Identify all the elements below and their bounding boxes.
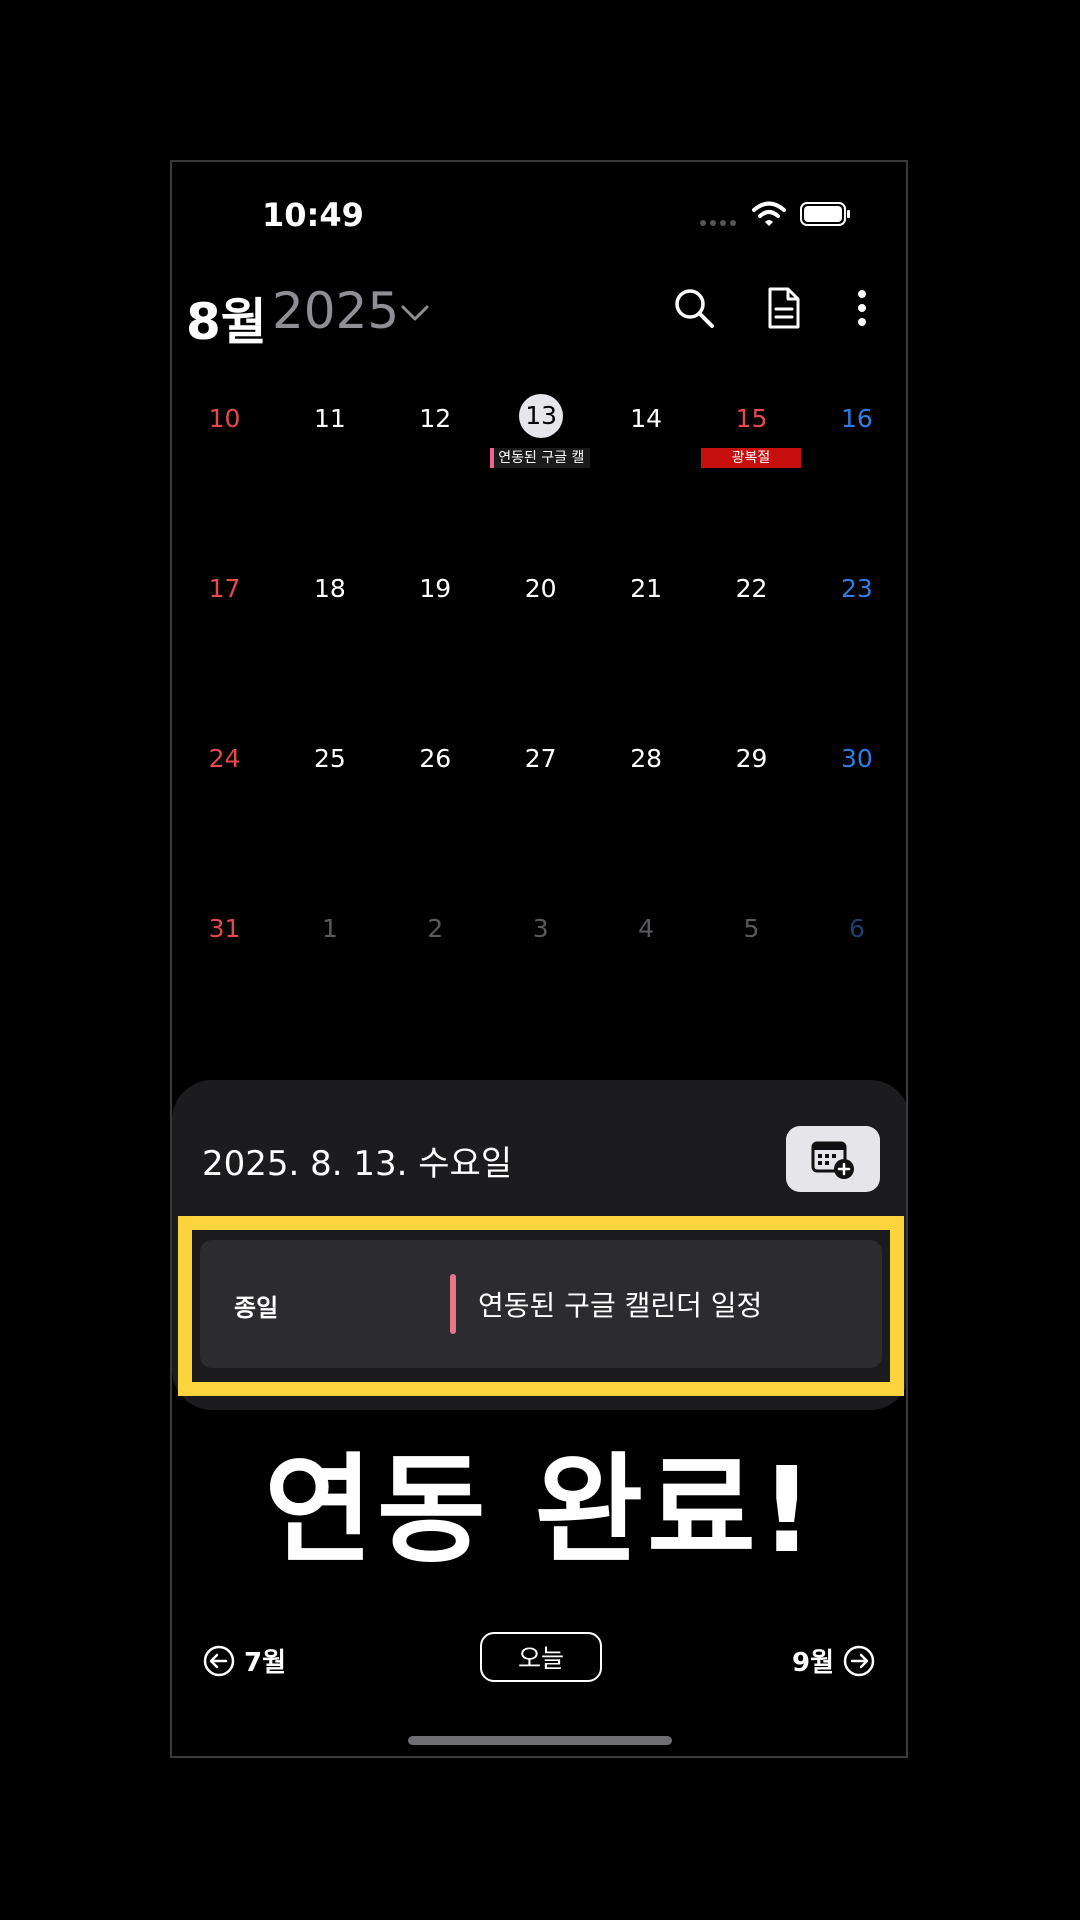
day-number: 18 — [313, 574, 346, 603]
day-number: 1 — [321, 914, 338, 943]
day-number: 25 — [313, 744, 346, 773]
search-icon — [675, 289, 714, 328]
day-number: 31 — [208, 914, 241, 943]
day-number: 19 — [419, 574, 452, 603]
calendar-day[interactable]: 30 — [804, 734, 906, 904]
search-button[interactable] — [666, 280, 722, 336]
month-title[interactable]: 8월 — [186, 282, 267, 354]
prev-month-label: 7월 — [244, 1648, 287, 1678]
phone-screen: 10:49 8월 2025 10 11 12 13 연동된 구글 캘 14 15 광복절 16 — [170, 160, 908, 1758]
banner-text: 연동 완료! — [264, 1441, 818, 1579]
calendar-day[interactable]: 15 광복절 — [699, 394, 804, 564]
calendar-day[interactable]: 24 — [172, 734, 277, 904]
calendar-day[interactable]: 26 — [383, 734, 488, 904]
battery-icon — [800, 202, 850, 226]
calendar-day[interactable]: 23 — [804, 564, 906, 734]
selected-date: 2025. 8. 13. 수요일 — [202, 1144, 513, 1184]
day-number: 4 — [638, 914, 655, 943]
calendar-day[interactable]: 4 — [594, 904, 699, 1074]
day-number: 12 — [419, 404, 452, 433]
day-number: 20 — [524, 574, 557, 603]
calendar-day[interactable]: 27 — [488, 734, 593, 904]
day-number: 21 — [630, 574, 662, 603]
day-number: 10 — [208, 404, 241, 433]
arrow-left-circle-icon — [203, 1645, 235, 1676]
day-number: 11 — [313, 404, 346, 433]
more-menu-button[interactable] — [834, 280, 890, 336]
day-number: 3 — [532, 914, 549, 943]
calendar-day[interactable]: 25 — [277, 734, 382, 904]
calendar-day[interactable]: 11 — [277, 394, 382, 564]
calendar-day[interactable]: 28 — [594, 734, 699, 904]
calendar-add-icon — [811, 1141, 854, 1179]
calendar-week: 24 25 26 27 28 29 30 — [172, 734, 906, 904]
calendar-day[interactable]: 1 — [277, 904, 382, 1074]
day-number: 6 — [848, 914, 865, 943]
prev-month-button[interactable]: 7월 — [202, 1642, 286, 1679]
year-title[interactable]: 2025 — [272, 282, 399, 340]
status-time: 10:49 — [262, 196, 364, 234]
calendar-day[interactable]: 5 — [699, 904, 804, 1074]
signal-icon — [700, 220, 736, 226]
chevron-down-icon[interactable] — [400, 302, 430, 324]
calendar-day[interactable]: 2 — [383, 904, 488, 1074]
calendar-week: 31 1 2 3 4 5 6 — [172, 904, 906, 1074]
arrow-right-circle-icon — [843, 1645, 875, 1676]
calendar-week: 17 18 19 20 21 22 23 — [172, 564, 906, 734]
next-month-label: 9월 — [791, 1648, 834, 1678]
calendar-day[interactable]: 22 — [699, 564, 804, 734]
day-number: 28 — [630, 744, 662, 773]
day-number: 17 — [208, 574, 241, 603]
calendar-day[interactable]: 3 — [488, 904, 593, 1074]
day-number: 29 — [735, 744, 768, 773]
calendar-day[interactable]: 16 — [804, 394, 906, 564]
calendar-day[interactable]: 19 — [383, 564, 488, 734]
day-number: 5 — [743, 914, 760, 943]
document-button[interactable] — [756, 280, 812, 336]
day-number: 15 — [735, 404, 768, 433]
calendar-day[interactable]: 20 — [488, 564, 593, 734]
calendar-grid: 10 11 12 13 연동된 구글 캘 14 15 광복절 16 17 18 19 20 21 22 23 2… — [172, 394, 906, 1074]
day-number: 23 — [840, 574, 873, 603]
holiday-chip[interactable]: 광복절 — [701, 448, 801, 468]
calendar-day[interactable]: 14 — [594, 394, 699, 564]
calendar-day[interactable]: 6 — [804, 904, 906, 1074]
day-number: 2 — [427, 914, 444, 943]
day-number: 30 — [840, 744, 873, 773]
add-event-button[interactable] — [786, 1126, 880, 1192]
calendar-day[interactable]: 21 — [594, 564, 699, 734]
calendar-day[interactable]: 13 연동된 구글 캘 — [488, 394, 593, 564]
day-number: 27 — [524, 744, 557, 773]
calendar-day[interactable]: 31 — [172, 904, 277, 1074]
highlight-box — [178, 1216, 904, 1396]
today-day-number: 13 — [519, 394, 564, 438]
event-chip[interactable]: 연동된 구글 캘 — [490, 448, 591, 468]
calendar-day[interactable]: 10 — [172, 394, 277, 564]
more-vertical-icon — [858, 290, 866, 326]
day-number: 14 — [630, 404, 662, 433]
day-number: 16 — [840, 404, 873, 433]
calendar-week: 10 11 12 13 연동된 구글 캘 14 15 광복절 16 — [172, 394, 906, 564]
day-number: 22 — [735, 574, 768, 603]
calendar-day[interactable]: 18 — [277, 564, 382, 734]
next-month-button[interactable]: 9월 — [792, 1642, 876, 1679]
calendar-day[interactable]: 17 — [172, 564, 277, 734]
calendar-day[interactable]: 29 — [699, 734, 804, 904]
calendar-day[interactable]: 12 — [383, 394, 488, 564]
wifi-icon — [752, 201, 786, 226]
home-indicator — [408, 1736, 672, 1745]
today-button[interactable]: 오늘 — [480, 1632, 602, 1682]
document-icon — [768, 287, 800, 329]
day-number: 24 — [208, 744, 241, 773]
day-number: 26 — [419, 744, 452, 773]
